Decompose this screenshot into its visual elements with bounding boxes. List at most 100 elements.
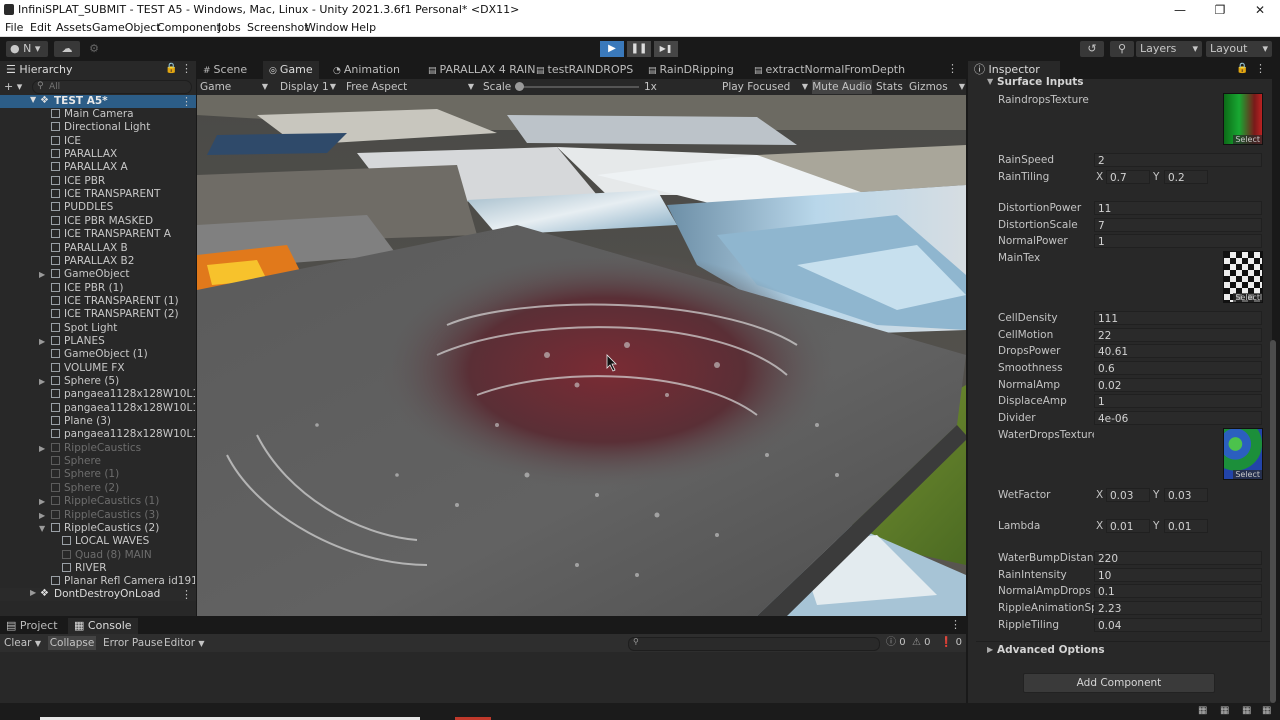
editor-dropdown[interactable]: Editor ▼ <box>164 636 205 650</box>
y-value-field[interactable]: 0.2 <box>1164 170 1208 184</box>
x-value-field[interactable]: 0.7 <box>1106 170 1150 184</box>
property-value-field[interactable]: 10 <box>1094 568 1262 582</box>
hierarchy-item[interactable]: ▶ Sphere (5) <box>0 375 195 388</box>
property-value-field[interactable]: 0.02 <box>1094 378 1262 392</box>
hierarchy-item[interactable]: Spot Light <box>0 322 195 335</box>
game-viewport[interactable] <box>197 95 966 616</box>
texture-thumbnail[interactable]: Select <box>1223 251 1263 303</box>
expand-arrow-icon[interactable]: ▶ <box>30 588 36 597</box>
dontdestroy-row[interactable]: ▶ ❖ DontDestroyOnLoad ⋮ <box>0 588 196 601</box>
hierarchy-search[interactable]: ⚲ <box>32 80 192 94</box>
hierarchy-item[interactable]: ICE TRANSPARENT <box>0 188 195 201</box>
maximize-button[interactable]: ❐ <box>1200 0 1240 20</box>
kebab-menu-icon[interactable]: ⋮ <box>181 588 192 601</box>
tab-view[interactable]: ▤ extractNormalFromDepth <box>748 61 911 79</box>
error-pause-toggle[interactable]: Error Pause <box>103 636 163 650</box>
tab-project[interactable]: ▤ Project <box>0 618 64 634</box>
menu-assets[interactable]: Assets <box>56 21 92 34</box>
advanced-options-foldout[interactable]: Advanced Options <box>997 644 1105 656</box>
gizmos-dropdown[interactable]: Gizmos ▼ <box>909 80 965 94</box>
add-object-button[interactable]: + ▾ <box>4 80 28 94</box>
menu-window[interactable]: Window <box>305 21 348 34</box>
hierarchy-item[interactable]: PARALLAX <box>0 148 195 161</box>
property-value-field[interactable]: 111 <box>1094 311 1262 325</box>
tab-view[interactable]: ▤ testRAINDROPS <box>530 61 639 79</box>
texture-select-button[interactable]: Select <box>1233 293 1262 302</box>
tab-view[interactable]: # Scene <box>197 61 253 79</box>
property-value-field[interactable]: 1 <box>1094 234 1262 248</box>
hierarchy-item[interactable]: GameObject (1) <box>0 348 195 361</box>
hierarchy-item[interactable]: Directional Light <box>0 121 195 134</box>
hierarchy-item[interactable]: ICE PBR <box>0 175 195 188</box>
hierarchy-item[interactable]: ▶ PLANES <box>0 335 195 348</box>
tab-view[interactable]: ▤ PARALLAX 4 RAIN <box>422 61 541 79</box>
menu-screenshot[interactable]: Screenshot <box>247 21 309 34</box>
property-value-field[interactable]: 4e-06 <box>1094 411 1262 425</box>
menu-file[interactable]: File <box>5 21 23 34</box>
expand-arrow-icon[interactable]: ▼ <box>39 522 45 535</box>
hierarchy-item[interactable]: ▼ RippleCaustics (2) <box>0 522 195 535</box>
collapse-arrow-icon[interactable]: ▼ <box>987 77 993 86</box>
close-button[interactable]: ✕ <box>1240 0 1280 20</box>
expand-arrow-icon[interactable]: ▶ <box>39 442 45 455</box>
hierarchy-item[interactable]: pangaea1128x128W10L10I <box>0 402 195 415</box>
layout-dropdown[interactable]: Layout ▾ <box>1206 41 1272 57</box>
property-value-field[interactable]: 11 <box>1094 201 1262 215</box>
hierarchy-item[interactable]: Sphere (1) <box>0 468 195 481</box>
hierarchy-item[interactable]: LOCAL WAVES <box>0 535 195 548</box>
expand-arrow-icon[interactable]: ▶ <box>39 495 45 508</box>
kebab-menu-icon[interactable]: ⋮ <box>947 62 958 75</box>
lock-icon[interactable]: 🔒 <box>165 63 177 74</box>
clear-dropdown[interactable]: Clear ▼ <box>4 636 41 650</box>
kebab-menu-icon[interactable]: ⋮ <box>950 618 961 631</box>
menu-gameobject[interactable]: GameObject <box>92 21 161 34</box>
expand-arrow-icon[interactable]: ▶ <box>39 375 45 388</box>
hierarchy-item[interactable]: PARALLAX A <box>0 161 195 174</box>
texture-select-button[interactable]: Select <box>1233 135 1262 144</box>
hierarchy-item[interactable]: PARALLAX B2 <box>0 255 195 268</box>
hierarchy-search-input[interactable] <box>49 81 187 93</box>
game-view-dropdown[interactable]: Game ▼ <box>200 80 270 94</box>
stats-toggle[interactable]: Stats <box>876 80 904 94</box>
hierarchy-item[interactable]: ▶ RippleCaustics (3) <box>0 509 195 522</box>
scale-slider[interactable] <box>515 82 639 91</box>
tray-icon[interactable]: ▦ <box>1262 705 1271 716</box>
aspect-dropdown[interactable]: Free Aspect ▼ <box>346 80 474 94</box>
y-value-field[interactable]: 0.01 <box>1164 519 1208 533</box>
hierarchy-item[interactable]: ICE PBR (1) <box>0 282 195 295</box>
tab-console[interactable]: ▦ Console <box>68 618 138 634</box>
hierarchy-item[interactable]: ▶ RippleCaustics (1) <box>0 495 195 508</box>
property-value-field[interactable]: 7 <box>1094 218 1262 232</box>
hierarchy-item[interactable]: ▶ GameObject <box>0 268 195 281</box>
expand-arrow-icon[interactable]: ▶ <box>39 509 45 522</box>
expand-arrow-icon[interactable]: ▶ <box>39 268 45 281</box>
property-value-field[interactable]: 0.04 <box>1094 618 1262 632</box>
scale-slider-handle[interactable] <box>515 82 524 91</box>
tray-icon[interactable]: ▦ <box>1220 705 1229 716</box>
hierarchy-item[interactable]: Sphere <box>0 455 195 468</box>
hierarchy-item[interactable]: PUDDLES <box>0 201 195 214</box>
property-value-field[interactable]: 0.1 <box>1094 584 1262 598</box>
tray-icon[interactable]: ▦ <box>1198 705 1207 716</box>
menu-help[interactable]: Help <box>351 21 376 34</box>
play-focused-dropdown[interactable]: Play Focused ▼ <box>722 80 808 94</box>
lock-icon[interactable]: 🔒 <box>1236 63 1248 74</box>
cloud-icon[interactable]: ☁ <box>54 41 80 57</box>
add-component-button[interactable]: Add Component <box>1023 673 1215 693</box>
texture-thumbnail[interactable]: Select <box>1223 428 1263 480</box>
property-value-field[interactable]: 1 <box>1094 394 1262 408</box>
minimize-button[interactable]: — <box>1160 0 1200 20</box>
menu-jobs[interactable]: Jobs <box>218 21 241 34</box>
hierarchy-item[interactable]: Plane (3) <box>0 415 195 428</box>
account-dropdown[interactable]: ● N ▾ <box>6 41 48 57</box>
hierarchy-item[interactable]: pangaea1128x128W10L10I <box>0 428 195 441</box>
pause-button[interactable]: ❚❚ <box>627 41 651 57</box>
x-value-field[interactable]: 0.01 <box>1106 519 1150 533</box>
warning-count[interactable]: ⚠ 0 <box>912 636 931 650</box>
hierarchy-item[interactable]: ICE PBR MASKED <box>0 215 195 228</box>
hierarchy-item[interactable]: ICE TRANSPARENT A <box>0 228 195 241</box>
property-value-field[interactable]: 0.6 <box>1094 361 1262 375</box>
scene-row[interactable]: ▼ ❖ TEST A5* ⋮ <box>0 95 196 108</box>
hierarchy-item[interactable]: ICE <box>0 135 195 148</box>
hierarchy-item[interactable]: Planar Refl Camera id1911€ <box>0 575 195 588</box>
